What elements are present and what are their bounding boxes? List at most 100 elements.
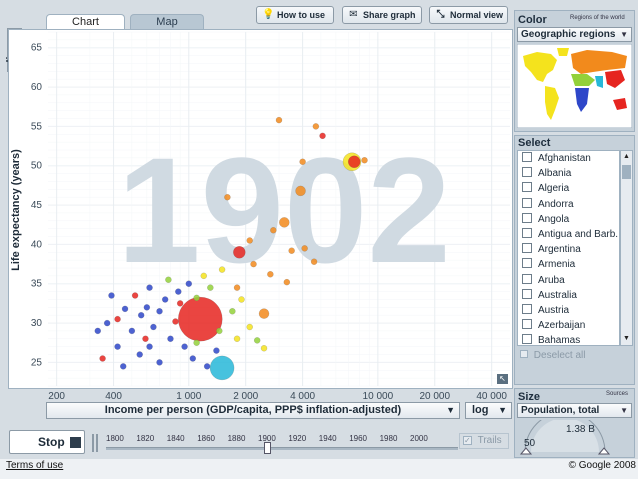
country-bubble[interactable] <box>203 363 211 370</box>
country-bubble[interactable] <box>131 292 139 299</box>
country-bubble[interactable] <box>150 323 157 331</box>
country-bubble[interactable] <box>119 363 127 370</box>
country-list-item[interactable]: Australia <box>522 288 618 304</box>
scroll-down-icon[interactable]: ▼ <box>621 333 632 345</box>
country-bubble[interactable] <box>224 193 231 201</box>
timeline-track[interactable] <box>106 447 458 450</box>
deselect-all-button[interactable]: Deselect all <box>520 350 585 361</box>
country-bubble[interactable] <box>175 288 182 295</box>
country-bubble[interactable] <box>161 296 169 303</box>
country-bubble[interactable] <box>295 185 306 197</box>
country-bubble[interactable] <box>114 315 121 323</box>
country-bubble[interactable] <box>156 359 163 366</box>
country-bubble[interactable] <box>209 355 235 381</box>
country-list-scrollbar[interactable]: ▲ ▼ <box>620 150 633 346</box>
country-bubble[interactable] <box>185 280 193 287</box>
country-bubble[interactable] <box>193 294 200 302</box>
country-checkbox[interactable] <box>522 258 532 269</box>
country-bubble[interactable] <box>279 217 290 228</box>
country-bubble[interactable] <box>108 292 115 299</box>
x-scale-select[interactable]: log ▼ <box>465 402 512 419</box>
country-bubble[interactable] <box>181 343 188 350</box>
country-bubble[interactable] <box>218 266 226 273</box>
country-bubble[interactable] <box>142 335 149 343</box>
trails-toggle[interactable]: ✓ Trails <box>459 433 509 449</box>
country-bubble[interactable] <box>310 258 318 265</box>
country-bubble[interactable] <box>347 155 361 169</box>
size-indicator-select[interactable]: Population, total ▼ <box>517 403 632 418</box>
country-list-item[interactable]: Afghanistan <box>522 152 618 167</box>
country-bubble[interactable] <box>301 245 308 252</box>
country-checkbox[interactable] <box>522 228 532 238</box>
country-bubble[interactable] <box>267 271 274 278</box>
country-list-item[interactable]: Albania <box>522 167 618 182</box>
country-bubble[interactable] <box>128 327 136 335</box>
country-bubble[interactable] <box>233 246 246 259</box>
country-bubble[interactable] <box>156 308 163 315</box>
country-bubble[interactable] <box>94 327 102 335</box>
country-bubble[interactable] <box>167 335 174 343</box>
stop-button[interactable]: Stop <box>9 430 85 454</box>
world-region-map[interactable] <box>517 44 632 128</box>
country-list-item[interactable]: Andorra <box>522 197 618 213</box>
country-bubble[interactable] <box>99 355 106 362</box>
country-list-item[interactable]: Bahamas <box>522 334 618 349</box>
size-sources-link[interactable]: Sources <box>606 391 628 397</box>
country-checkbox[interactable] <box>522 319 532 330</box>
country-bubble[interactable] <box>176 300 184 307</box>
country-bubble[interactable] <box>250 260 257 268</box>
color-indicator-select[interactable]: Geographic regions ▼ <box>517 27 632 42</box>
country-bubble[interactable] <box>299 158 306 166</box>
country-checkbox[interactable] <box>522 152 532 162</box>
country-bubble[interactable] <box>312 123 320 130</box>
country-checkbox[interactable] <box>522 304 532 314</box>
country-bubble[interactable] <box>121 305 129 313</box>
country-checkbox[interactable] <box>522 212 532 223</box>
scroll-up-icon[interactable]: ▲ <box>621 151 632 163</box>
country-list-item[interactable]: Angola <box>522 212 618 228</box>
country-bubble[interactable] <box>238 296 245 303</box>
country-bubble[interactable] <box>146 343 153 350</box>
country-bubble[interactable] <box>361 156 368 164</box>
country-bubble[interactable] <box>114 343 121 350</box>
country-bubble[interactable] <box>193 339 200 346</box>
scroll-thumb[interactable] <box>622 165 631 179</box>
country-bubble[interactable] <box>213 347 220 354</box>
country-bubble[interactable] <box>216 327 223 335</box>
country-bubble[interactable] <box>270 226 277 234</box>
country-bubble[interactable] <box>207 284 214 291</box>
country-checkbox[interactable] <box>522 288 532 299</box>
country-bubble[interactable] <box>103 319 111 327</box>
country-list-item[interactable]: Argentina <box>522 243 618 258</box>
country-bubble[interactable] <box>246 237 253 244</box>
country-bubble[interactable] <box>258 308 270 319</box>
country-checkbox[interactable] <box>522 182 532 193</box>
country-bubble[interactable] <box>260 344 268 352</box>
country-bubble[interactable] <box>146 284 153 291</box>
country-bubble[interactable] <box>137 311 145 319</box>
country-bubble[interactable] <box>319 132 326 140</box>
country-list-item[interactable]: Armenia <box>522 258 618 273</box>
country-list-item[interactable]: Antigua and Barb... <box>522 228 618 243</box>
country-bubble[interactable] <box>189 355 197 362</box>
country-checkbox[interactable] <box>522 334 532 345</box>
country-bubble[interactable] <box>165 276 172 284</box>
country-list-item[interactable]: Algeria <box>522 182 618 197</box>
country-checkbox[interactable] <box>522 197 532 208</box>
country-list-item[interactable]: Aruba <box>522 273 618 289</box>
country-bubble[interactable] <box>233 335 241 343</box>
country-bubble[interactable] <box>233 284 241 291</box>
country-bubble[interactable] <box>275 116 283 124</box>
x-axis-indicator-select[interactable]: Income per person (GDP/capita, PPP$ infl… <box>46 402 460 419</box>
country-bubble[interactable] <box>253 337 261 344</box>
country-bubble[interactable] <box>172 318 179 325</box>
country-checkbox[interactable] <box>522 243 532 254</box>
zoom-corner-icon[interactable]: ↖ <box>497 374 508 384</box>
country-bubble[interactable] <box>229 308 236 315</box>
country-bubble[interactable] <box>283 278 291 286</box>
country-bubble[interactable] <box>143 304 151 311</box>
country-list-item[interactable]: Austria <box>522 304 618 319</box>
country-checkbox[interactable] <box>522 273 532 284</box>
country-checkbox[interactable] <box>522 167 532 178</box>
country-bubble[interactable] <box>178 296 223 342</box>
